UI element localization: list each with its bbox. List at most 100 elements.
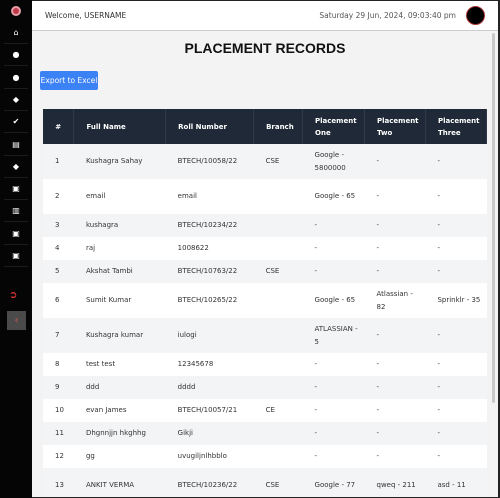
table-row: 12 gg uvugiljnlhbblo - - - xyxy=(43,445,487,468)
table-cell: 5 xyxy=(43,260,74,283)
table-cell: evan James xyxy=(73,399,166,422)
table-cell: CE xyxy=(253,399,303,422)
table-cell: Google - 65 xyxy=(302,179,365,214)
table-cell: - xyxy=(425,318,487,353)
table-cell: 1 xyxy=(43,144,74,179)
table-cell: - xyxy=(425,144,487,179)
table-cell: - xyxy=(302,260,365,283)
logo xyxy=(11,6,21,16)
logout-icon[interactable]: ➲ xyxy=(9,290,17,301)
table-cell xyxy=(253,376,303,399)
table-cell: 11 xyxy=(43,422,74,445)
table-cell: - xyxy=(364,179,426,214)
table-cell: - xyxy=(302,237,365,260)
top-header: Welcome, USERNAME Saturday 29 Jun, 2024,… xyxy=(32,1,498,31)
table-cell: CSE xyxy=(253,468,303,497)
table-cell: Google - 5800000 xyxy=(302,144,365,179)
table-cell: kushagra xyxy=(73,214,166,237)
chalkboard-icon[interactable]: ▥ xyxy=(4,200,28,223)
avatar[interactable] xyxy=(466,6,485,25)
column-header: Roll Number xyxy=(165,109,255,144)
table-cell xyxy=(253,353,303,376)
collapse-sidebar-button[interactable]: ‹ xyxy=(7,311,26,330)
table-cell: 3 xyxy=(43,214,74,237)
table-cell: - xyxy=(364,237,426,260)
briefcase-icon[interactable]: ▣ xyxy=(4,178,28,201)
table-cell: - xyxy=(364,214,426,237)
table-row: 8 test test 12345678- - - xyxy=(43,353,487,376)
check-circle-icon[interactable]: ✔ xyxy=(4,111,28,134)
sidebar: ⌂ ● ● ◆ ✔ ▤ ◆ ▣ ▥ ▣ ▣ ➲ ‹ xyxy=(0,0,32,498)
table-cell: 13 xyxy=(43,468,74,497)
datetime: Saturday 29 Jun, 2024, 09:03:40 pm xyxy=(319,11,456,20)
user-icon[interactable]: ● xyxy=(4,67,28,89)
table-cell: test test xyxy=(73,353,166,376)
table-cell: - xyxy=(425,260,487,283)
table-cell: - xyxy=(364,445,426,468)
table-cell: 4 xyxy=(43,237,74,260)
user-icon[interactable]: ● xyxy=(4,44,28,67)
table-cell: - xyxy=(302,399,365,422)
briefcase-icon[interactable]: ▣ xyxy=(4,245,28,267)
table-cell: - xyxy=(302,376,365,399)
table-cell: Google - 77 xyxy=(302,468,365,497)
scrollbar[interactable] xyxy=(492,33,495,403)
table-cell: Google - 65 xyxy=(302,283,365,318)
table-row: 2 email email Google - 65- - xyxy=(43,179,487,214)
column-header: Placement Three xyxy=(425,109,488,144)
table-cell: Dhgnnjjn hkghhg xyxy=(73,422,166,445)
table-cell: CSE xyxy=(253,144,303,179)
table-cell: asd - 11 xyxy=(425,468,487,497)
table-cell: uvugiljnlhbblo xyxy=(165,445,254,468)
table-cell: Sumit Kumar xyxy=(73,283,166,318)
table-cell: Kushagra Sahay xyxy=(73,144,166,179)
table-cell: 2 xyxy=(43,179,74,214)
table-row: 4 raj 1008622- - - xyxy=(43,237,487,260)
table-cell: 9 xyxy=(43,376,74,399)
table-cell: email xyxy=(165,179,254,214)
welcome-text: Welcome, USERNAME xyxy=(45,11,127,20)
table-cell: dddd xyxy=(165,376,254,399)
table-cell: Sprinklr - 35 xyxy=(425,283,487,318)
export-excel-button[interactable]: Export to Excel xyxy=(40,71,98,90)
table-cell: 1008622 xyxy=(165,237,254,260)
table-cell: gg xyxy=(73,445,166,468)
table-cell: iulogi xyxy=(165,318,254,353)
table-cell: 7 xyxy=(43,318,74,353)
table-row: 1 Kushagra Sahay BTECH/10058/22 CSE Google -… xyxy=(43,144,487,179)
table-cell: BTECH/10236/22 xyxy=(165,468,254,497)
document-icon[interactable]: ▤ xyxy=(4,134,28,156)
table-cell: BTECH/10057/21 xyxy=(165,399,254,422)
home-icon[interactable]: ⌂ xyxy=(4,22,28,44)
table-row: 7 Kushagra kumar iulogi ATLASSIAN - 5-- xyxy=(43,318,487,353)
table-cell xyxy=(253,318,303,353)
table-cell xyxy=(253,422,303,445)
table-cell: - xyxy=(425,445,487,468)
table-cell: 10 xyxy=(43,399,74,422)
table-cell: 6 xyxy=(43,283,74,318)
table-row: 3 kushagra BTECH/10234/22- - - xyxy=(43,214,487,237)
table-cell: - xyxy=(425,237,487,260)
table-cell xyxy=(253,237,303,260)
table-cell: Kushagra kumar xyxy=(73,318,166,353)
table-cell: - xyxy=(302,422,365,445)
table-cell: - xyxy=(302,445,365,468)
briefcase-icon[interactable]: ▣ xyxy=(4,223,28,245)
table-row: 6 Sumit Kumar BTECH/10265/22 Google - 65 Atl… xyxy=(43,283,487,318)
graduation-cap-icon[interactable]: ◆ xyxy=(4,156,28,178)
graduation-cap-icon[interactable]: ◆ xyxy=(4,89,28,111)
table-cell xyxy=(253,283,303,318)
column-header: Branch xyxy=(253,109,304,144)
table-cell: raj xyxy=(73,237,166,260)
table-cell: - xyxy=(425,376,487,399)
table-cell: email xyxy=(73,179,166,214)
placement-table: # Full Name Roll Number Branch Placement One… xyxy=(43,109,488,497)
column-header: # xyxy=(43,109,75,144)
table-cell: - xyxy=(302,214,365,237)
main-content: Welcome, USERNAME Saturday 29 Jun, 2024,… xyxy=(32,1,498,497)
column-header: Placement Two xyxy=(364,109,426,144)
table-cell: - xyxy=(425,422,487,445)
table-cell: CSE xyxy=(253,260,303,283)
table-cell: Atlassian - 82 xyxy=(364,283,426,318)
table-cell: BTECH/10058/22 xyxy=(165,144,254,179)
